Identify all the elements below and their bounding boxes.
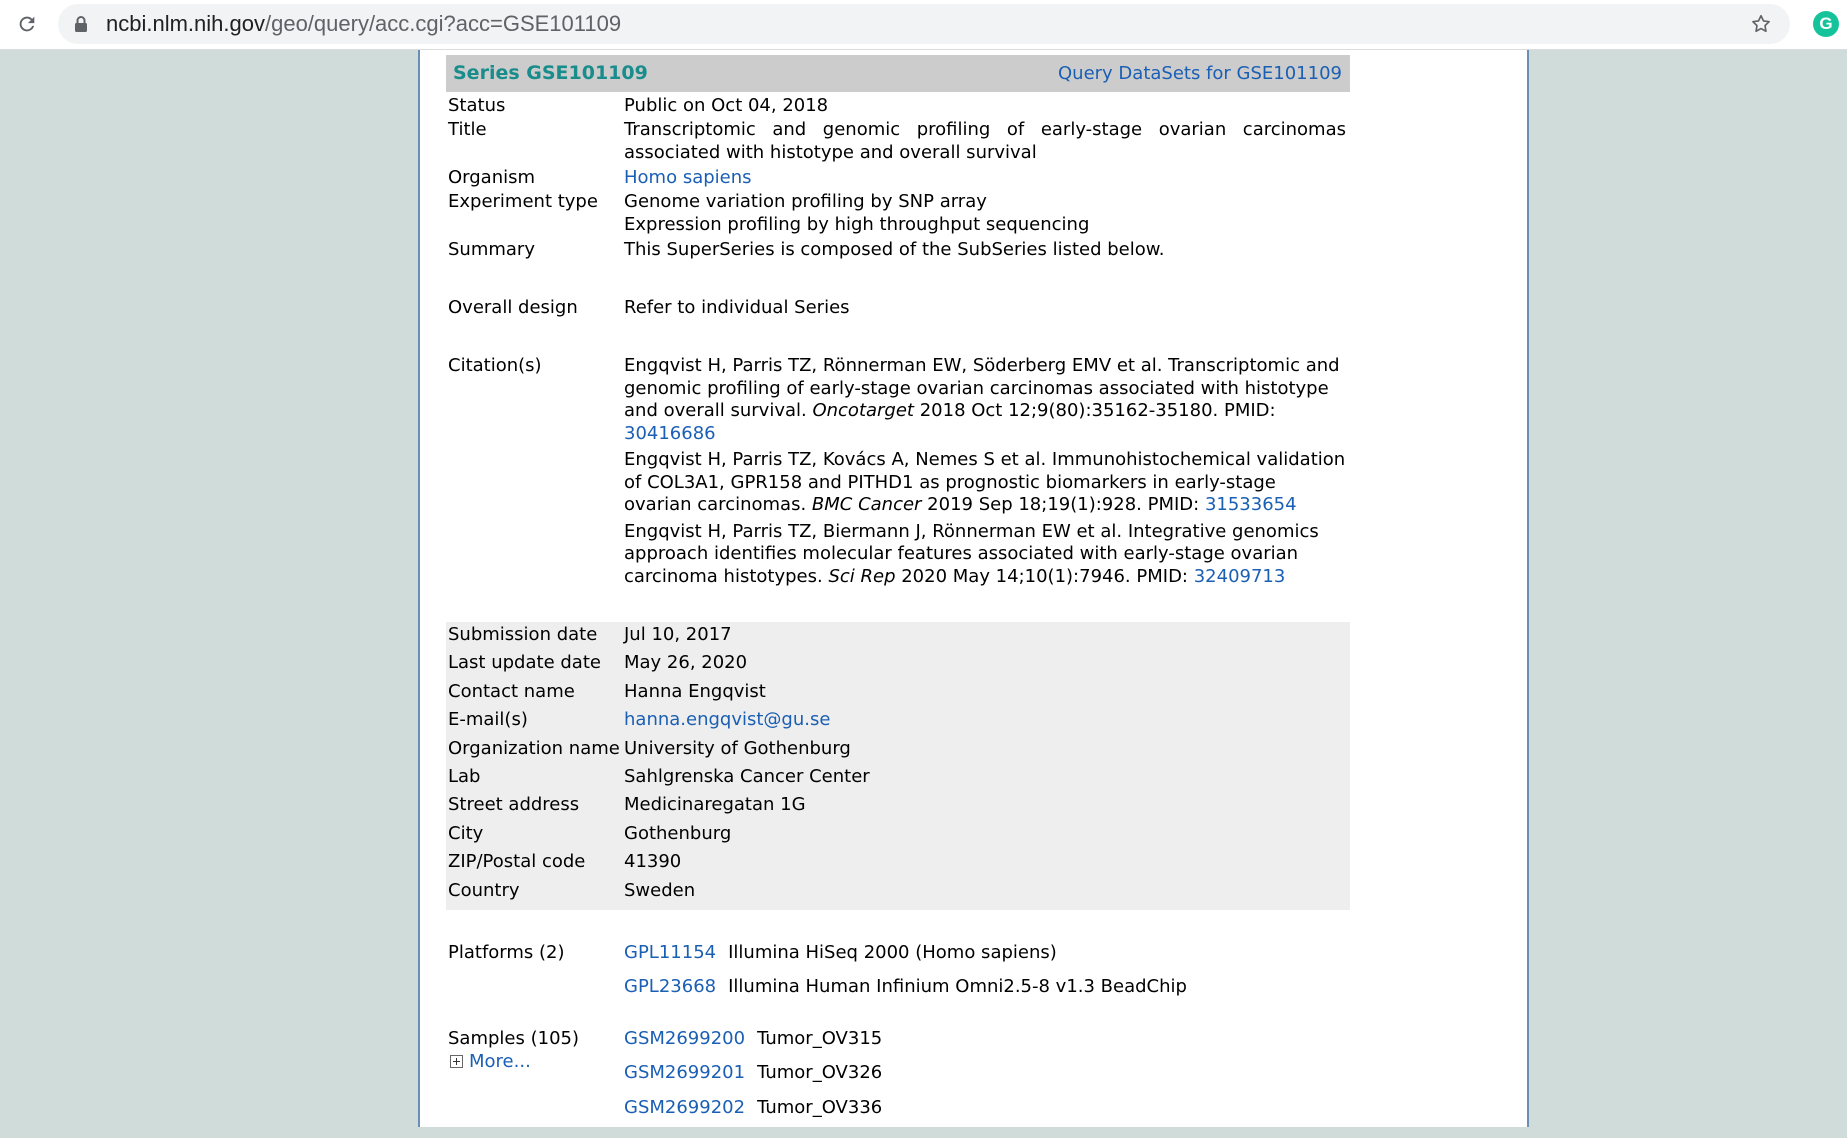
country-value: Sweden [624,879,696,901]
browser-toolbar: ncbi.nlm.nih.gov/geo/query/acc.cgi?acc=G… [0,0,1847,50]
citation-1: Engqvist H, Parris TZ, Rönnerman EW, Söd… [624,355,1346,445]
platform-row: GPL23668 Illumina Human Infinium Omni2.5… [624,976,1346,1010]
last-update-label: Last update date [448,652,601,674]
url-domain: ncbi.nlm.nih.gov [106,11,265,36]
pmid-link-3[interactable]: 32409713 [1194,566,1286,587]
overall-design-label: Overall design [448,297,578,318]
more-samples-label[interactable]: More... [469,1051,531,1073]
citation-2-details: 2019 Sep 18;19(1):928. PMID: [921,494,1205,515]
overall-design-value: Refer to individual Series [624,297,850,318]
address-bar[interactable]: ncbi.nlm.nih.gov/geo/query/acc.cgi?acc=G… [58,4,1790,44]
sample-name: Tumor_OV336 [757,1096,883,1118]
sample-link[interactable]: GSM2699201 [624,1062,745,1097]
experiment-type-2: Expression profiling by high throughput … [624,213,1090,235]
reload-icon[interactable] [12,9,42,39]
status-value: Public on Oct 04, 2018 [624,95,829,116]
plus-icon[interactable] [450,1055,463,1069]
title-label: Title [448,119,487,140]
samples-label: Samples (105) [448,1027,579,1049]
contact-name-label: Contact name [448,680,575,702]
lock-icon [74,15,88,37]
status-label: Status [448,95,506,116]
series-table: Series GSE101109 Query DataSets for GSE1… [446,55,1350,1138]
city-value: Gothenburg [624,822,732,844]
platform-link[interactable]: GPL23668 [624,976,716,1010]
platform-name: Illumina Human Infinium Omni2.5-8 v1.3 B… [728,975,1187,997]
contact-block: Submission date Jul 10, 2017 Last update … [446,622,1350,910]
series-header: Series GSE101109 Query DataSets for GSE1… [446,55,1350,92]
citations-list: Engqvist H, Parris TZ, Rönnerman EW, Söd… [624,355,1350,622]
geo-page: Series GSE101109 Query DataSets for GSE1… [418,50,1529,1127]
citation-3-details: 2020 May 14;10(1):7946. PMID: [895,565,1194,587]
sample-row: GSM2699201 Tumor_OV326 [624,1062,1346,1097]
pmid-link-1[interactable]: 30416686 [624,423,716,444]
citation-1-details: 2018 Oct 12;9(80):35162-35180. PMID: [913,400,1276,421]
summary-label: Summary [448,239,535,260]
street-value: Medicinaregatan 1G [624,794,806,816]
sample-row: GSM2699200 Tumor_OV315 [624,1028,1346,1063]
bookmark-star-icon[interactable] [1750,13,1772,39]
zip-label: ZIP/Postal code [448,851,586,873]
platform-link[interactable]: GPL11154 [624,942,716,976]
email-link[interactable]: hanna.engqvist@gu.se [624,709,830,730]
citation-2-journal: BMC Cancer [811,494,922,515]
experiment-type-label: Experiment type [448,191,598,212]
submission-date-value: Jul 10, 2017 [624,624,732,645]
citation-3: Engqvist H, Parris TZ, Biermann J, Rönne… [624,521,1346,589]
city-label: City [448,822,484,844]
citation-1-journal: Oncotarget [812,400,914,421]
street-label: Street address [448,794,580,816]
url-text[interactable]: ncbi.nlm.nih.gov/geo/query/acc.cgi?acc=G… [106,4,621,44]
citation-2: Engqvist H, Parris TZ, Kovács A, Nemes S… [624,449,1346,517]
zip-value: 41390 [624,851,682,873]
samples-list: GSM2699200 Tumor_OV315 GSM2699201 Tumor_… [624,1028,1350,1138]
sample-link[interactable]: GSM2699200 [624,1028,745,1063]
platform-name: Illumina HiSeq 2000 (Homo sapiens) [728,941,1057,963]
platforms-label: Platforms (2) [448,941,565,963]
submission-date-label: Submission date [448,624,598,645]
grammarly-extension-icon[interactable]: G [1813,11,1839,37]
query-datasets-link[interactable]: Query DataSets for GSE101109 [1058,55,1342,92]
samples-label-cell: Samples (105) More... [446,1028,624,1138]
sample-row: GSM2699202 Tumor_OV336 [624,1097,1346,1132]
experiment-type-1: Genome variation profiling by SNP array [624,191,987,212]
series-title: Series GSE101109 [453,62,648,84]
organism-label: Organism [448,167,536,188]
experiment-type-value: Genome variation profiling by SNP array … [624,191,1350,239]
country-label: Country [448,879,520,901]
citation-3-journal: Sci Rep [828,565,896,587]
platform-row: GPL11154 Illumina HiSeq 2000 (Homo sapie… [624,942,1346,976]
organization-label: Organization name [448,737,620,759]
more-samples-link[interactable]: More... [448,1051,624,1073]
lab-label: Lab [448,765,481,787]
email-label: E-mail(s) [448,709,528,731]
sample-link[interactable]: GSM2699202 [624,1097,745,1132]
organization-value: University of Gothenburg [624,737,851,759]
url-path: /geo/query/acc.cgi?acc=GSE101109 [264,11,622,36]
sample-name: Tumor_OV315 [757,1027,883,1049]
lab-value: Sahlgrenska Cancer Center [624,765,870,787]
title-value: Transcriptomic and genomic profiling of … [624,119,1346,163]
sample-name: Tumor_OV326 [757,1062,883,1084]
organism-link[interactable]: Homo sapiens [624,167,752,188]
citations-label: Citation(s) [448,355,542,376]
pmid-link-2[interactable]: 31533654 [1205,494,1297,515]
contact-name-value: Hanna Engqvist [624,680,766,702]
summary-value: This SuperSeries is composed of the SubS… [624,239,1165,260]
last-update-value: May 26, 2020 [624,652,748,674]
platforms-list: GPL11154 Illumina HiSeq 2000 (Homo sapie… [624,942,1350,1028]
